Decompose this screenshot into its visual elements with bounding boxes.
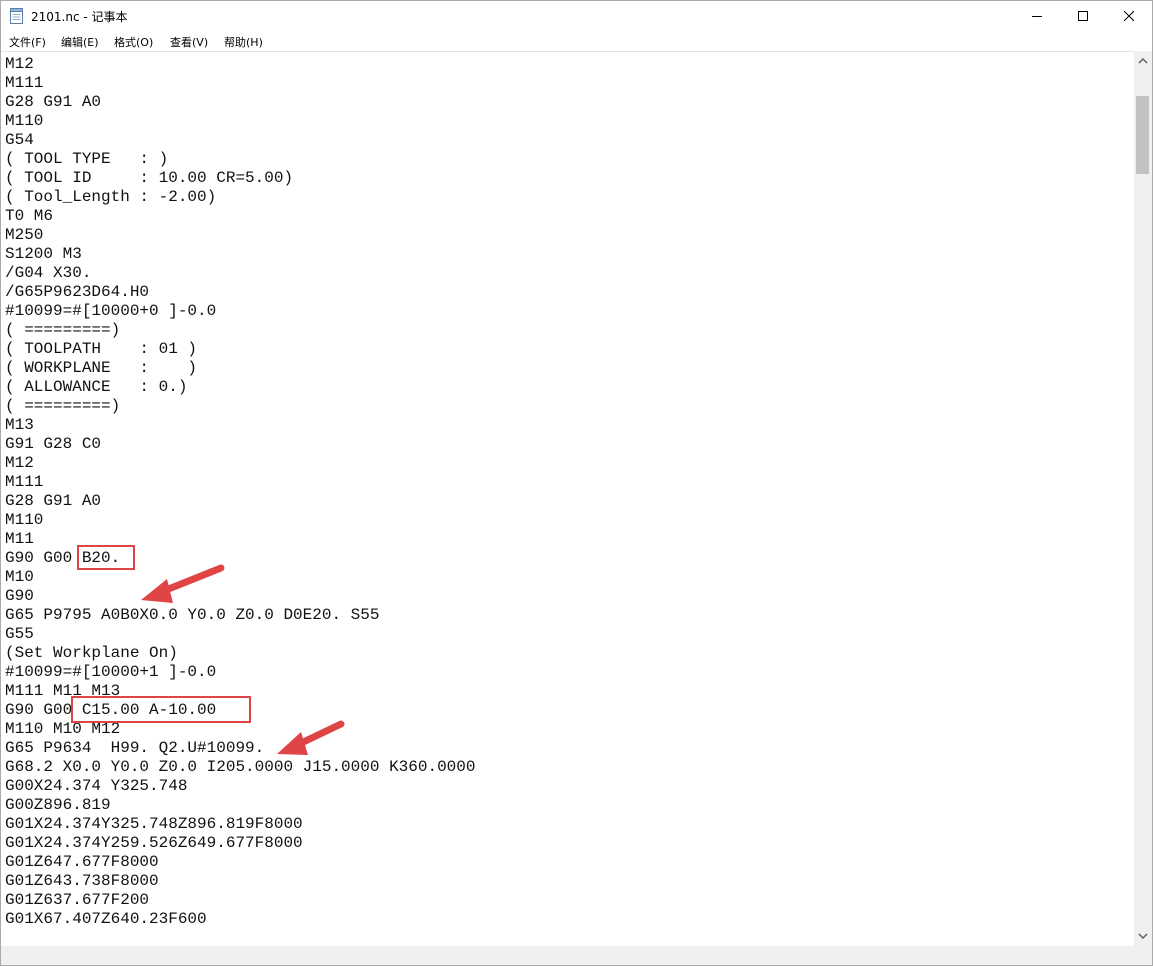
highlight-box-b20 <box>77 545 135 570</box>
text-editor-area[interactable]: M12 M111 G28 G91 A0 M110 G54( TOOL TYPE : )(… <box>1 51 1134 947</box>
menu-edit[interactable]: 编辑(E) <box>61 34 99 50</box>
title-bar[interactable]: 2101.nc - 记事本 <box>1 1 1152 31</box>
text-line: M110 <box>5 511 44 529</box>
minimize-icon <box>1032 16 1042 17</box>
text-line: M111 <box>5 473 44 491</box>
text-line: ( TOOL ID : 10.00 CR=5.00) <box>5 169 294 187</box>
text-line: M11 <box>5 530 34 548</box>
text-line: ( TOOL TYPE : ) <box>5 150 169 168</box>
maximize-button[interactable] <box>1060 1 1106 31</box>
scroll-up-arrow-icon[interactable] <box>1138 57 1148 64</box>
text-line: G01Z643.738F8000 <box>5 872 159 890</box>
text-line: ( WORKPLANE : ) <box>5 359 198 377</box>
text-line: G00X24.374 Y325.748 <box>5 777 188 795</box>
vertical-scroll-thumb[interactable] <box>1136 96 1149 174</box>
text-line: G28 G91 A0 <box>5 93 102 111</box>
window-title: 2101.nc - 记事本 <box>31 10 128 24</box>
text-line: M250 <box>5 226 44 244</box>
menu-file[interactable]: 文件(F) <box>9 34 46 50</box>
vertical-scrollbar[interactable] <box>1134 51 1152 946</box>
text-line: T0 M6 <box>5 207 54 225</box>
menu-format[interactable]: 格式(O) <box>114 34 153 50</box>
red-arrow-icon <box>141 564 225 603</box>
horizontal-scrollbar[interactable] <box>1 946 1134 965</box>
text-line: G91 G28 C0 <box>5 435 102 453</box>
text-line: G01X24.374Y259.526Z649.677F8000 <box>5 834 303 852</box>
close-button[interactable] <box>1106 1 1152 31</box>
text-line: M12 <box>5 55 34 73</box>
text-line: G00Z896.819 <box>5 796 111 814</box>
text-line: ( =========) <box>5 397 121 415</box>
minimize-button[interactable] <box>1014 1 1060 31</box>
text-line: ( TOOLPATH : 01 ) <box>5 340 198 358</box>
text-line: G54 <box>5 131 34 149</box>
text-line: G65 P9634 H99. Q2.U#10099. <box>5 739 265 757</box>
text-line: G90 <box>5 587 34 605</box>
text-line: G65 P9795 A0B0X0.0 Y0.0 Z0.0 D0E20. S55 <box>5 606 380 624</box>
text-line: G55 <box>5 625 34 643</box>
scroll-down-arrow-icon[interactable] <box>1138 933 1148 940</box>
maximize-icon <box>1078 11 1088 21</box>
text-line: G68.2 X0.0 Y0.0 Z0.0 I205.0000 J15.0000 … <box>5 758 476 776</box>
text-line: G28 G91 A0 <box>5 492 102 510</box>
text-line: /G65P9623D64.H0 <box>5 283 150 301</box>
text-line: ( Tool_Length : -2.00) <box>5 188 217 206</box>
text-line: /G04 X30. <box>5 264 92 282</box>
menu-view[interactable]: 查看(V) <box>170 34 208 50</box>
text-line: M10 <box>5 568 34 586</box>
notepad-icon <box>10 8 23 24</box>
text-line: G01Z647.677F8000 <box>5 853 159 871</box>
menu-help[interactable]: 帮助(H) <box>224 34 263 50</box>
red-arrow-icon <box>277 720 345 755</box>
notepad-window: 2101.nc - 记事本 文件(F) 编辑(E) 格式(O) 查看(V) 帮助… <box>0 0 1153 966</box>
text-line: G90 G00 B20. <box>5 549 121 567</box>
close-icon <box>1124 11 1134 21</box>
text-line: ( =========) <box>5 321 121 339</box>
text-line: S1200 M3 <box>5 245 82 263</box>
text-line: G01Z637.677F200 <box>5 891 150 909</box>
text-line: ( ALLOWANCE : 0.) <box>5 378 188 396</box>
code-lines: M12 M111 G28 G91 A0 M110 G54( TOOL TYPE : )(… <box>5 55 475 929</box>
highlight-box-c15-a-10 <box>71 696 251 723</box>
text-line: M111 <box>5 74 44 92</box>
text-line: M13 <box>5 416 34 434</box>
scrollbar-corner <box>1134 946 1152 965</box>
text-line: M12 <box>5 454 34 472</box>
text-line: G01X24.374Y325.748Z896.819F8000 <box>5 815 303 833</box>
text-line: #10099=#[10000+1 ]-0.0 <box>5 663 217 681</box>
text-line: G01X67.407Z640.23F600 <box>5 910 207 928</box>
text-line: #10099=#[10000+0 ]-0.0 <box>5 302 217 320</box>
text-line: (Set Workplane On) <box>5 644 178 662</box>
text-line: M110 <box>5 112 44 130</box>
menu-bar: 文件(F) 编辑(E) 格式(O) 查看(V) 帮助(H) <box>1 31 1152 51</box>
